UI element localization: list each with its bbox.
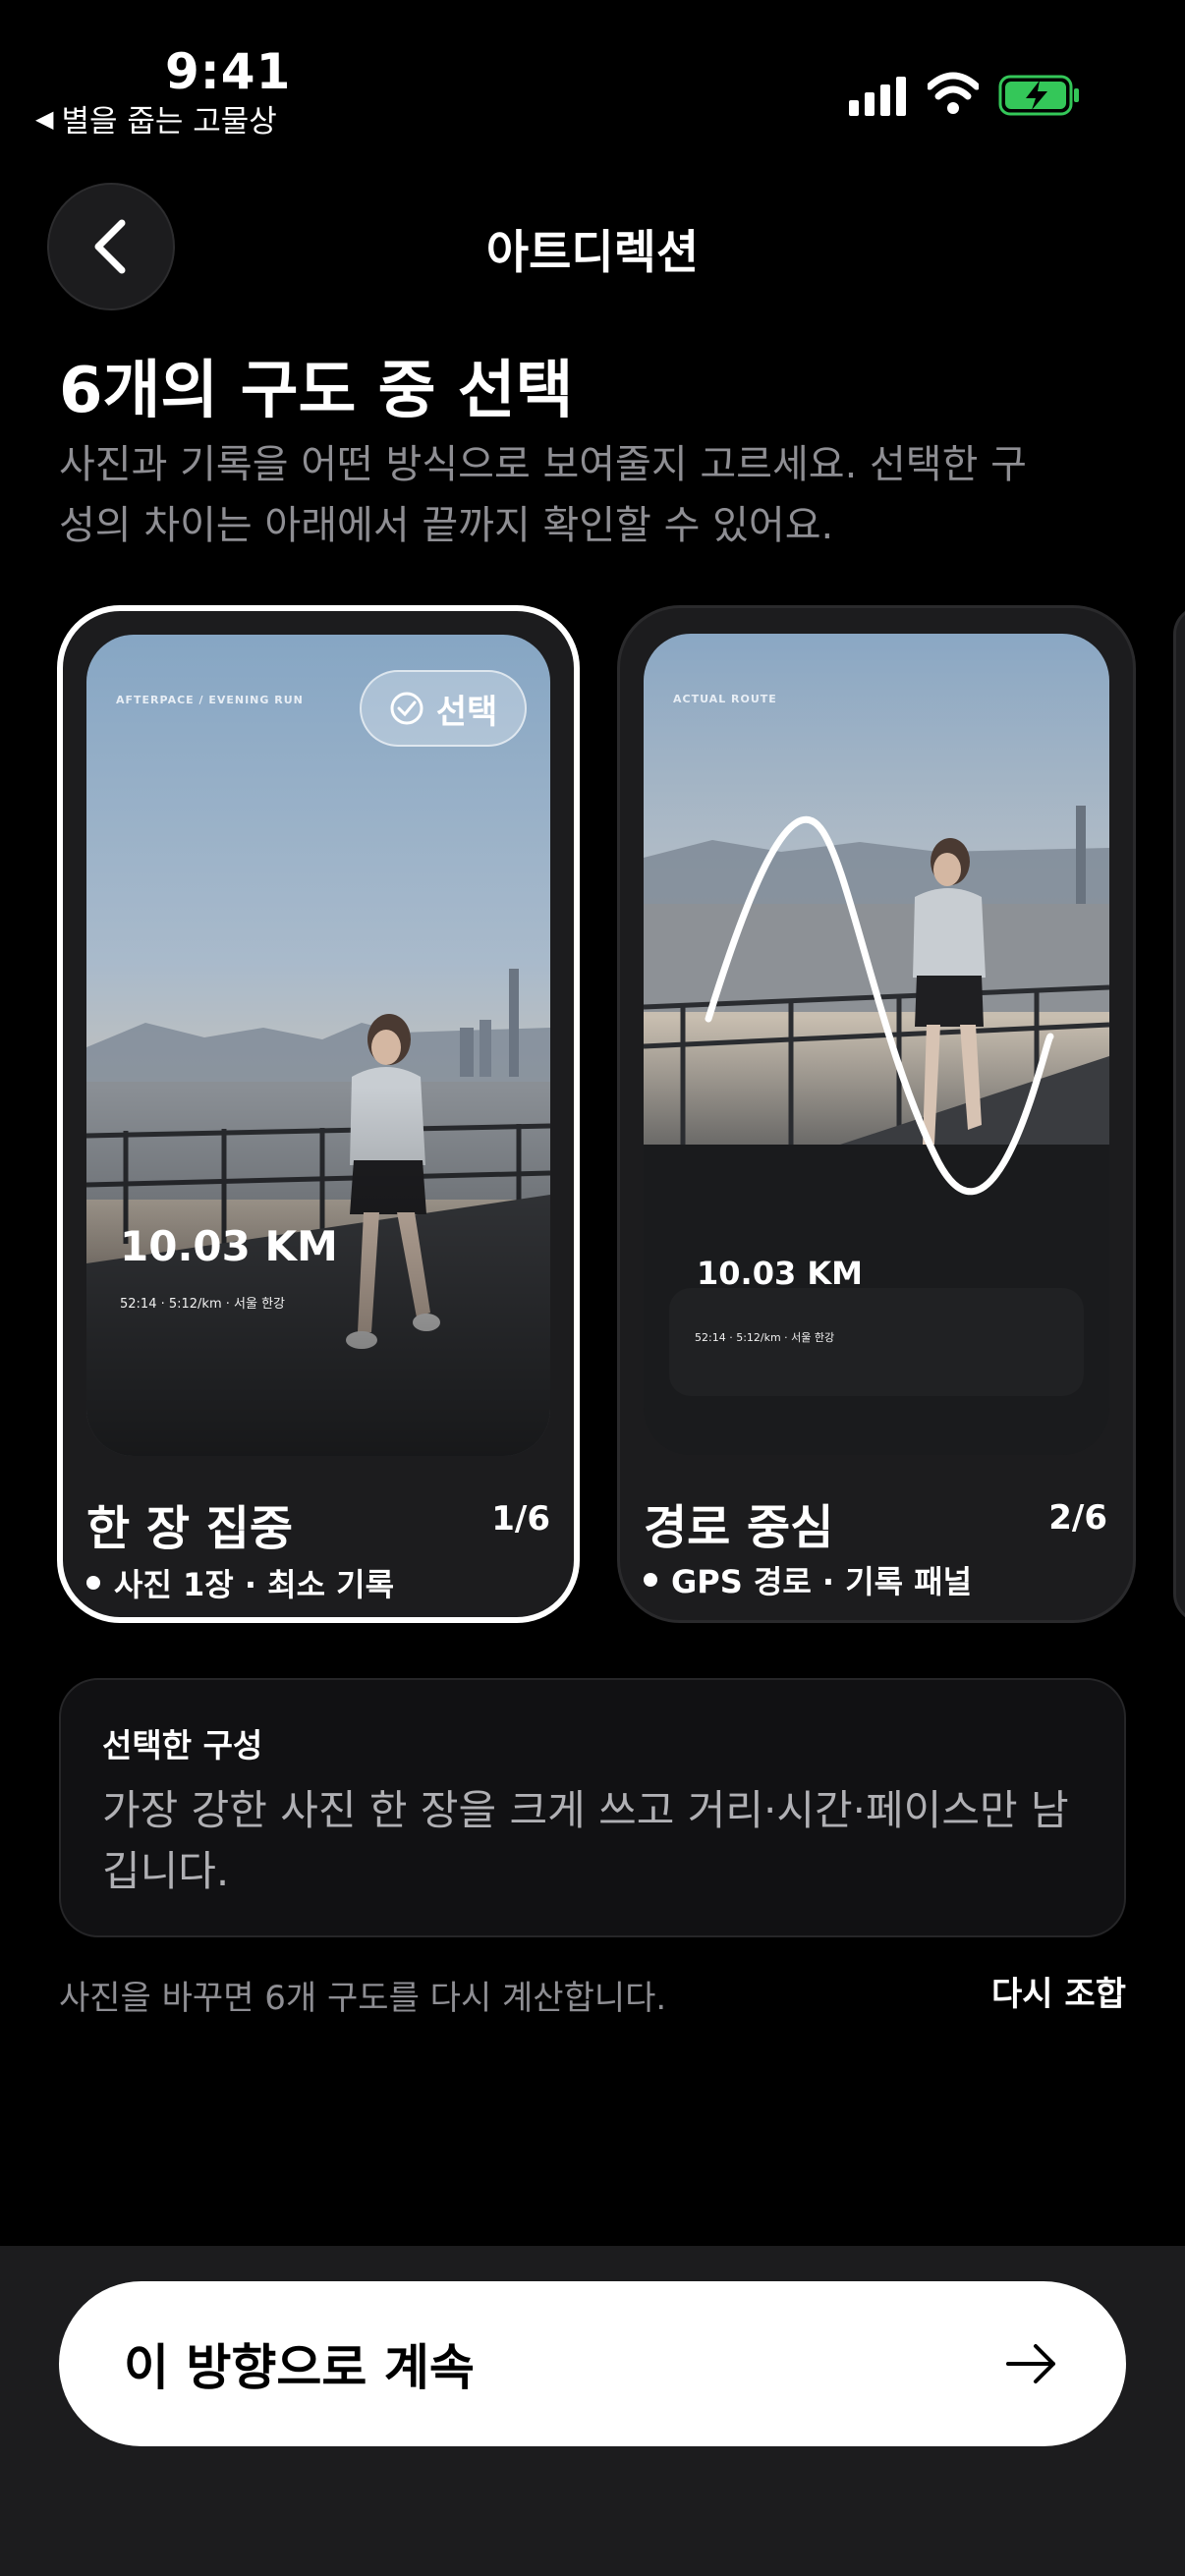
composition-card-1[interactable]: AFTERPACE / EVENING RUN 선택 10.03 KM 52:1… bbox=[57, 605, 580, 1623]
battery-charging-icon bbox=[998, 75, 1079, 116]
composition-card-2[interactable]: ACTUAL ROUTE 10.03 KM 52:14 · 5:12/km · … bbox=[617, 605, 1136, 1623]
card-count: 2/6 bbox=[1048, 1498, 1107, 1538]
select-badge[interactable]: 선택 bbox=[360, 670, 527, 747]
card-overline: AFTERPACE / EVENING RUN bbox=[116, 694, 304, 706]
section-heading: 6개의 구도 중 선택 bbox=[59, 355, 574, 427]
info-title: 선택한 구성 bbox=[102, 1726, 263, 1764]
bottom-action-bar: 이 방향으로 계속 bbox=[0, 2246, 1185, 2576]
status-back-app-label: 별을 줍는 고물상 bbox=[61, 104, 277, 140]
card-photo: AFTERPACE / EVENING RUN 선택 10.03 KM 52:1… bbox=[86, 635, 550, 1456]
arrow-right-icon bbox=[1006, 2344, 1055, 2383]
reshuffle-button[interactable]: 다시 조합 bbox=[991, 1967, 1126, 2015]
card-count: 1/6 bbox=[491, 1499, 550, 1539]
card-subtitle: GPS 경로 · 기록 패널 bbox=[644, 1557, 972, 1602]
card-stats: 52:14 · 5:12/km · 서울 한강 bbox=[120, 1297, 285, 1312]
recalc-hint: 사진을 바꾸면 6개 구도를 다시 계산합니다. bbox=[59, 1979, 667, 2018]
card-subtitle: 사진 1장 · 최소 기록 bbox=[86, 1560, 394, 1605]
continue-button[interactable]: 이 방향으로 계속 bbox=[59, 2281, 1126, 2446]
card-stats: 52:14 · 5:12/km · 서울 한강 bbox=[695, 1331, 835, 1344]
card-distance: 10.03 KM bbox=[120, 1222, 338, 1270]
card-name: 경로 중심 bbox=[644, 1500, 834, 1555]
selected-composition-info: 선택한 구성 가장 강한 사진 한 장을 크게 쓰고 거리·시간·페이스만 남깁… bbox=[59, 1678, 1126, 1937]
select-badge-label: 선택 bbox=[435, 692, 498, 732]
info-text: 가장 강한 사진 한 장을 크게 쓰고 거리·시간·페이스만 남깁니다. bbox=[102, 1786, 1069, 1895]
bullet-dot-icon bbox=[644, 1573, 657, 1587]
page-title: 아트디렉션 bbox=[485, 226, 700, 280]
bullet-dot-icon bbox=[86, 1576, 100, 1590]
card-photo: ACTUAL ROUTE 10.03 KM 52:14 · 5:12/km · … bbox=[644, 634, 1109, 1455]
continue-button-label: 이 방향으로 계속 bbox=[124, 2339, 475, 2396]
wifi-icon bbox=[928, 72, 979, 114]
cellular-signal-icon bbox=[849, 77, 906, 116]
status-back-to-app[interactable]: ◀ 별을 줍는 고물상 bbox=[35, 96, 277, 140]
card-subtitle-text: GPS 경로 · 기록 패널 bbox=[671, 1563, 973, 1600]
back-triangle-icon: ◀ bbox=[35, 104, 54, 133]
section-description: 사진과 기록을 어떤 방식으로 보여줄지 고르세요. 선택한 구성의 차이는 아… bbox=[59, 442, 1027, 548]
runner-photo-illustration bbox=[86, 635, 550, 1456]
composition-card-3-peek[interactable] bbox=[1173, 605, 1185, 1623]
status-time: 9:41 bbox=[165, 43, 292, 100]
card-distance: 10.03 KM bbox=[697, 1255, 863, 1292]
card-name: 한 장 집중 bbox=[86, 1501, 294, 1556]
check-circle-icon bbox=[390, 692, 423, 725]
card-subtitle-text: 사진 1장 · 최소 기록 bbox=[114, 1566, 395, 1603]
card-overline: ACTUAL ROUTE bbox=[673, 693, 777, 705]
